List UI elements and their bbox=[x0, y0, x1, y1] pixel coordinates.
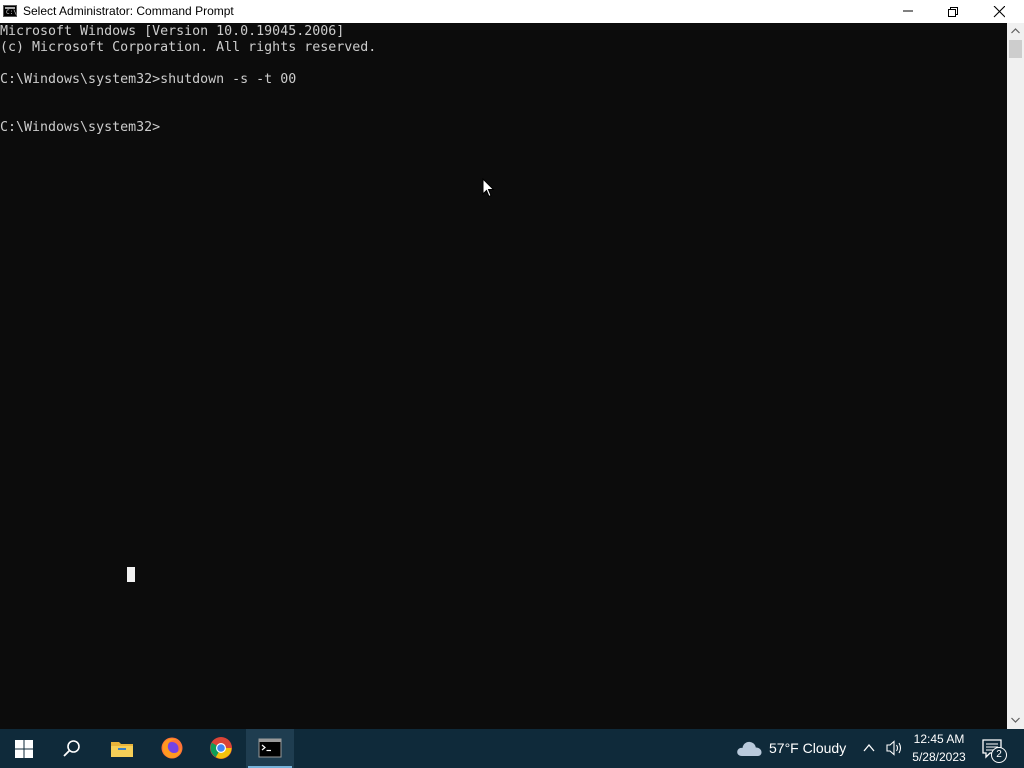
vertical-scrollbar[interactable] bbox=[1007, 23, 1024, 729]
console-prompt-line: C:\Windows\system32> bbox=[0, 120, 161, 135]
minimize-icon bbox=[903, 10, 913, 12]
clock-date: 5/28/2023 bbox=[912, 750, 966, 764]
window-titlebar[interactable]: C:\ Select Administrator: Command Prompt bbox=[0, 0, 1024, 23]
console-line: (c) Microsoft Corporation. All rights re… bbox=[0, 40, 377, 55]
cmd-app-icon-text: C:\ bbox=[6, 9, 17, 16]
file-explorer-button[interactable] bbox=[98, 729, 146, 768]
firefox-icon bbox=[161, 737, 183, 759]
cmd-app-icon[interactable]: C:\ bbox=[3, 5, 17, 17]
close-button[interactable] bbox=[976, 0, 1022, 23]
restore-button[interactable] bbox=[930, 0, 976, 23]
taskbar: 57°F Cloudy 12:45 AM 5/28/2023 2 bbox=[0, 729, 1024, 768]
action-center-button[interactable]: 2 bbox=[982, 739, 1007, 764]
chrome-button[interactable] bbox=[197, 729, 245, 768]
notification-count-badge: 2 bbox=[991, 747, 1007, 763]
command-prompt-taskbar-button[interactable] bbox=[246, 729, 294, 768]
window-title: Select Administrator: Command Prompt bbox=[23, 4, 234, 18]
weather-condition: Cloudy bbox=[802, 740, 847, 756]
chevron-down-icon bbox=[1011, 717, 1020, 723]
scrollbar-thumb[interactable] bbox=[1009, 40, 1022, 58]
console-text: Microsoft Windows [Version 10.0.19045.20… bbox=[0, 24, 376, 136]
console-line: Microsoft Windows [Version 10.0.19045.20… bbox=[0, 24, 345, 39]
restore-icon bbox=[948, 7, 958, 17]
folder-icon bbox=[111, 742, 133, 757]
start-button[interactable] bbox=[0, 729, 48, 768]
show-hidden-icons-chevron-icon[interactable] bbox=[862, 741, 876, 755]
taskbar-clock[interactable]: 12:45 AM 5/28/2023 bbox=[906, 730, 972, 766]
terminal-icon bbox=[258, 738, 282, 758]
minimize-button[interactable] bbox=[885, 0, 931, 23]
scroll-up-button[interactable] bbox=[1007, 23, 1024, 40]
cloud-icon bbox=[737, 741, 762, 756]
mouse-pointer-icon bbox=[482, 178, 495, 198]
clock-time: 12:45 AM bbox=[913, 732, 965, 746]
firefox-button[interactable] bbox=[148, 729, 196, 768]
chrome-icon bbox=[210, 737, 232, 759]
weather-text: 57°F Cloudy bbox=[769, 740, 846, 756]
weather-temperature: 57°F bbox=[769, 740, 799, 756]
chevron-up-icon bbox=[1011, 28, 1020, 34]
console-line: C:\Windows\system32>shutdown -s -t 00 bbox=[0, 72, 297, 87]
text-cursor bbox=[127, 567, 135, 582]
search-button[interactable] bbox=[48, 729, 96, 768]
windows-logo-icon bbox=[15, 740, 33, 758]
volume-icon[interactable] bbox=[886, 740, 904, 756]
close-icon bbox=[993, 6, 1005, 18]
search-icon bbox=[63, 740, 80, 757]
scroll-down-button[interactable] bbox=[1007, 712, 1024, 729]
console-output-area[interactable]: Microsoft Windows [Version 10.0.19045.20… bbox=[0, 23, 1007, 729]
